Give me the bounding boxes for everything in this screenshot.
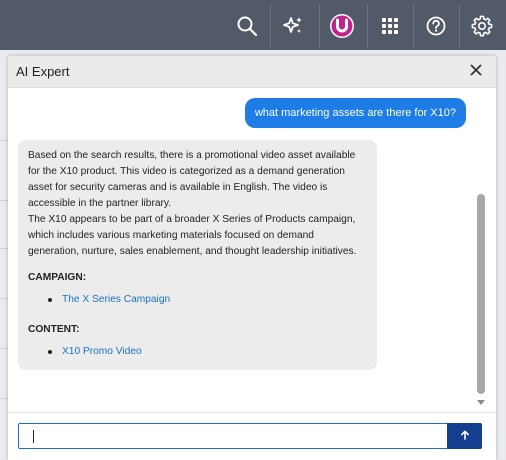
page-divider <box>0 398 8 399</box>
send-button[interactable] <box>447 423 482 449</box>
search-icon <box>236 15 258 37</box>
page-divider <box>0 298 8 299</box>
ai-response-message: Based on the search results, there is a … <box>18 140 377 370</box>
content-heading: CONTENT: <box>28 324 80 335</box>
arrow-up-icon <box>460 427 470 445</box>
top-app-bar <box>0 0 506 50</box>
message-input[interactable] <box>19 424 448 448</box>
ai-response-paragraph: Based on the search results, there is a … <box>28 150 356 209</box>
settings-button[interactable] <box>459 4 503 48</box>
scroll-down-arrow-icon[interactable] <box>477 400 485 405</box>
brand-u-icon <box>329 13 355 39</box>
page-divider <box>0 348 8 349</box>
chat-messages[interactable]: what marketing assets are there for X10?… <box>8 88 496 410</box>
page-divider <box>0 140 8 141</box>
campaign-link[interactable]: The X Series Campaign <box>62 294 170 305</box>
user-message: what marketing assets are there for X10? <box>244 98 466 128</box>
settings-gear-icon <box>471 15 493 37</box>
help-button[interactable] <box>413 4 457 48</box>
content-list: X10 Promo Video <box>28 344 367 360</box>
list-item: The X Series Campaign <box>48 292 367 308</box>
campaign-heading: CAMPAIGN: <box>28 272 87 283</box>
page-divider <box>0 248 8 249</box>
panel-header: AI Expert <box>8 56 496 88</box>
campaign-list: The X Series Campaign <box>28 292 367 308</box>
ai-expert-panel: AI Expert what marketing assets are ther… <box>8 56 496 460</box>
apps-grid-button[interactable] <box>367 4 411 48</box>
close-button[interactable] <box>466 62 486 82</box>
message-input-wrapper <box>18 423 448 449</box>
search-button[interactable] <box>225 4 269 48</box>
text-caret <box>33 430 34 443</box>
help-icon <box>425 15 447 37</box>
ai-assistant-button[interactable] <box>270 4 314 48</box>
apps-grid-icon <box>381 17 399 35</box>
chat-scrollbar[interactable] <box>476 88 486 410</box>
ai-sparkle-icon <box>282 15 304 37</box>
content-link[interactable]: X10 Promo Video <box>62 346 142 357</box>
brand-app-button[interactable] <box>319 4 363 48</box>
ai-response-paragraph: The X10 appears to be part of a broader … <box>28 214 357 257</box>
composer <box>8 412 496 460</box>
close-icon <box>470 63 482 81</box>
page-divider <box>0 200 8 201</box>
scrollbar-thumb[interactable] <box>477 194 485 394</box>
panel-title: AI Expert <box>16 64 70 79</box>
list-item: X10 Promo Video <box>48 344 367 360</box>
